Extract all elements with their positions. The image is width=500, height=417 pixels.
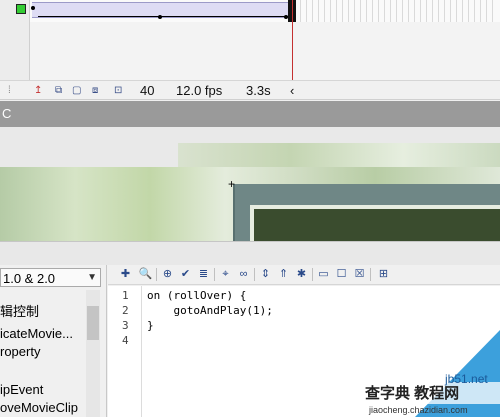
find-icon[interactable]: 🔍 <box>138 267 153 282</box>
uncomment-icon[interactable]: ☒ <box>352 267 367 282</box>
list-item[interactable]: roperty <box>0 344 40 359</box>
watermark: jb51.net 查字典 教程网 jiaocheng.chazidian.com <box>355 330 500 417</box>
actions-toolbox: 1.0 & 2.0 ▼ 辑控制 icateMovie... roperty ip… <box>0 265 107 417</box>
chevron-down-icon: ▼ <box>87 272 97 283</box>
center-frame-icon[interactable]: ↥ <box>34 84 42 98</box>
timeline-status-bar: ⁞ ↥ ⧉ ▢ ⧈ ⊡ 40 12.0 fps 3.3s ‹ <box>0 80 500 100</box>
debug-icon[interactable]: ∞ <box>236 267 251 282</box>
list-item[interactable]: ipEvent <box>0 382 43 397</box>
actionscript-version-select[interactable]: 1.0 & 2.0 ▼ <box>0 268 101 287</box>
script-assist-icon[interactable]: ⊞ <box>376 267 391 282</box>
onion-skin-icon[interactable]: ⧉ <box>55 84 62 98</box>
layer-color-swatch[interactable] <box>16 4 26 14</box>
keyframe-dot[interactable] <box>31 6 35 10</box>
separator-icon: ⁞ <box>8 85 11 96</box>
elapsed-time: 3.3s <box>246 83 271 98</box>
scroll-thumb[interactable] <box>87 306 99 340</box>
line-gutter: 1 2 3 4 <box>108 286 142 417</box>
collapse-braces-icon[interactable]: ⇕ <box>258 267 273 282</box>
registration-point-icon: + <box>228 177 236 191</box>
playhead[interactable] <box>292 0 293 80</box>
comment-line-icon[interactable]: ☐ <box>334 267 349 282</box>
check-syntax-icon[interactable]: ✔ <box>178 267 193 282</box>
version-value: 1.0 & 2.0 <box>3 271 56 286</box>
scroll-left-icon[interactable]: ‹ <box>290 84 294 98</box>
line-number: 1 <box>122 289 129 302</box>
modify-markers-icon[interactable]: ⊡ <box>114 84 122 98</box>
inner-image <box>250 205 500 241</box>
target-path-icon[interactable]: ⊕ <box>160 267 175 282</box>
scene-bar: C <box>0 101 500 127</box>
line-number: 3 <box>122 319 129 332</box>
frame-rate: 12.0 fps <box>176 83 223 98</box>
code-line[interactable]: on (rollOver) { <box>147 288 246 303</box>
list-item[interactable]: icateMovie... <box>0 326 73 341</box>
tween-arrow <box>38 16 288 17</box>
stage[interactable]: + <box>0 127 500 241</box>
current-frame: 40 <box>140 83 155 98</box>
line-number: 4 <box>122 334 129 347</box>
expand-all-icon[interactable]: ✱ <box>294 267 309 282</box>
line-number: 2 <box>122 304 129 317</box>
code-hint-icon[interactable]: ⌖ <box>218 267 233 282</box>
list-item[interactable]: oveMovieClip <box>0 400 78 415</box>
list-item[interactable]: 辑控制 <box>0 304 39 319</box>
watermark-title: 查字典 教程网 <box>365 385 460 402</box>
toolbox-scrollbar[interactable] <box>86 290 100 417</box>
add-statement-icon[interactable]: ✚ <box>118 267 133 282</box>
scene-label[interactable]: C <box>2 106 11 121</box>
layer-strip <box>0 0 30 80</box>
collapse-selection-icon[interactable]: ⇑ <box>276 267 291 282</box>
edit-multiple-icon[interactable]: ⧈ <box>92 84 98 98</box>
code-line[interactable]: } <box>147 318 154 333</box>
actions-toolbar: ✚ 🔍 ⊕ ✔ ≣ ⌖ ∞ ⇕ ⇑ ✱ ▭ ☐ ☒ ⊞ <box>108 265 500 285</box>
onion-outline-icon[interactable]: ▢ <box>72 84 81 98</box>
stage-image-top <box>178 143 500 169</box>
auto-format-icon[interactable]: ≣ <box>196 267 211 282</box>
timeline-panel <box>0 0 500 80</box>
code-line[interactable]: gotoAndPlay(1); <box>147 303 272 318</box>
watermark-url: jiaocheng.chazidian.com <box>369 405 468 415</box>
comment-block-icon[interactable]: ▭ <box>316 267 331 282</box>
panel-divider[interactable] <box>0 241 500 265</box>
